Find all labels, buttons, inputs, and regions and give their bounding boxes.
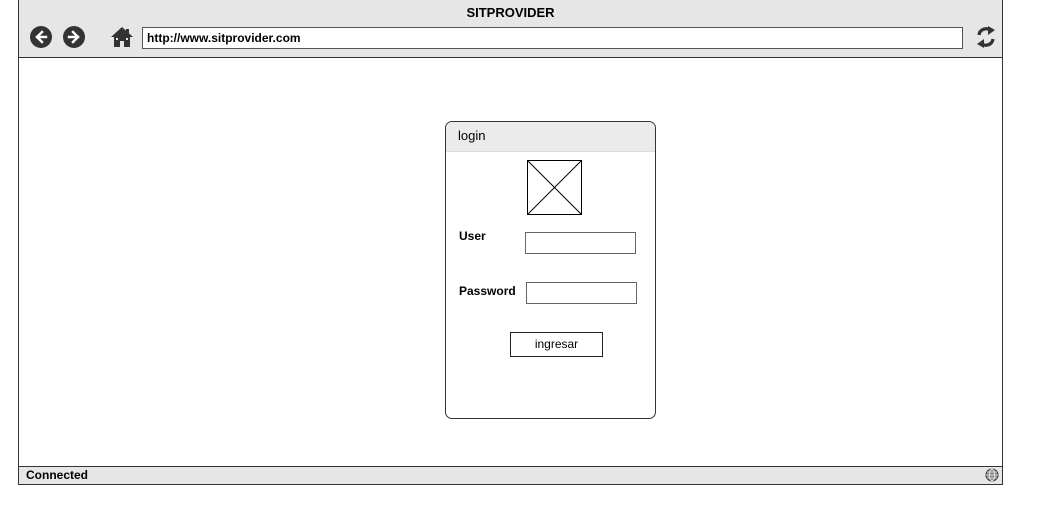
arrow-right-icon [67, 30, 80, 44]
login-title: login [446, 122, 655, 152]
password-label: Password [459, 284, 516, 298]
page-content: login User Password ingresar [19, 58, 1002, 467]
login-panel: login User Password ingresar [445, 121, 656, 419]
password-input[interactable] [526, 282, 637, 304]
back-button[interactable] [30, 26, 52, 48]
refresh-button[interactable] [974, 24, 998, 50]
status-text: Connected [26, 468, 89, 482]
url-input[interactable] [142, 27, 963, 49]
window-title: SITPROVIDER [466, 5, 555, 20]
home-button[interactable] [110, 25, 134, 49]
browser-window: SITPROVIDER http://www.sitprovider.com l… [18, 0, 1003, 485]
refresh-icon [977, 26, 995, 48]
ingresar-button[interactable]: ingresar [510, 332, 603, 357]
browser-toolbar: SITPROVIDER [19, 0, 1002, 58]
globe-icon [985, 468, 999, 482]
image-placeholder-icon [527, 160, 582, 215]
status-bar: Connected [19, 466, 1002, 484]
user-input[interactable] [525, 232, 636, 254]
forward-button[interactable] [63, 26, 85, 48]
user-label: User [459, 229, 486, 243]
home-icon [111, 27, 133, 47]
arrow-left-icon [35, 30, 48, 44]
